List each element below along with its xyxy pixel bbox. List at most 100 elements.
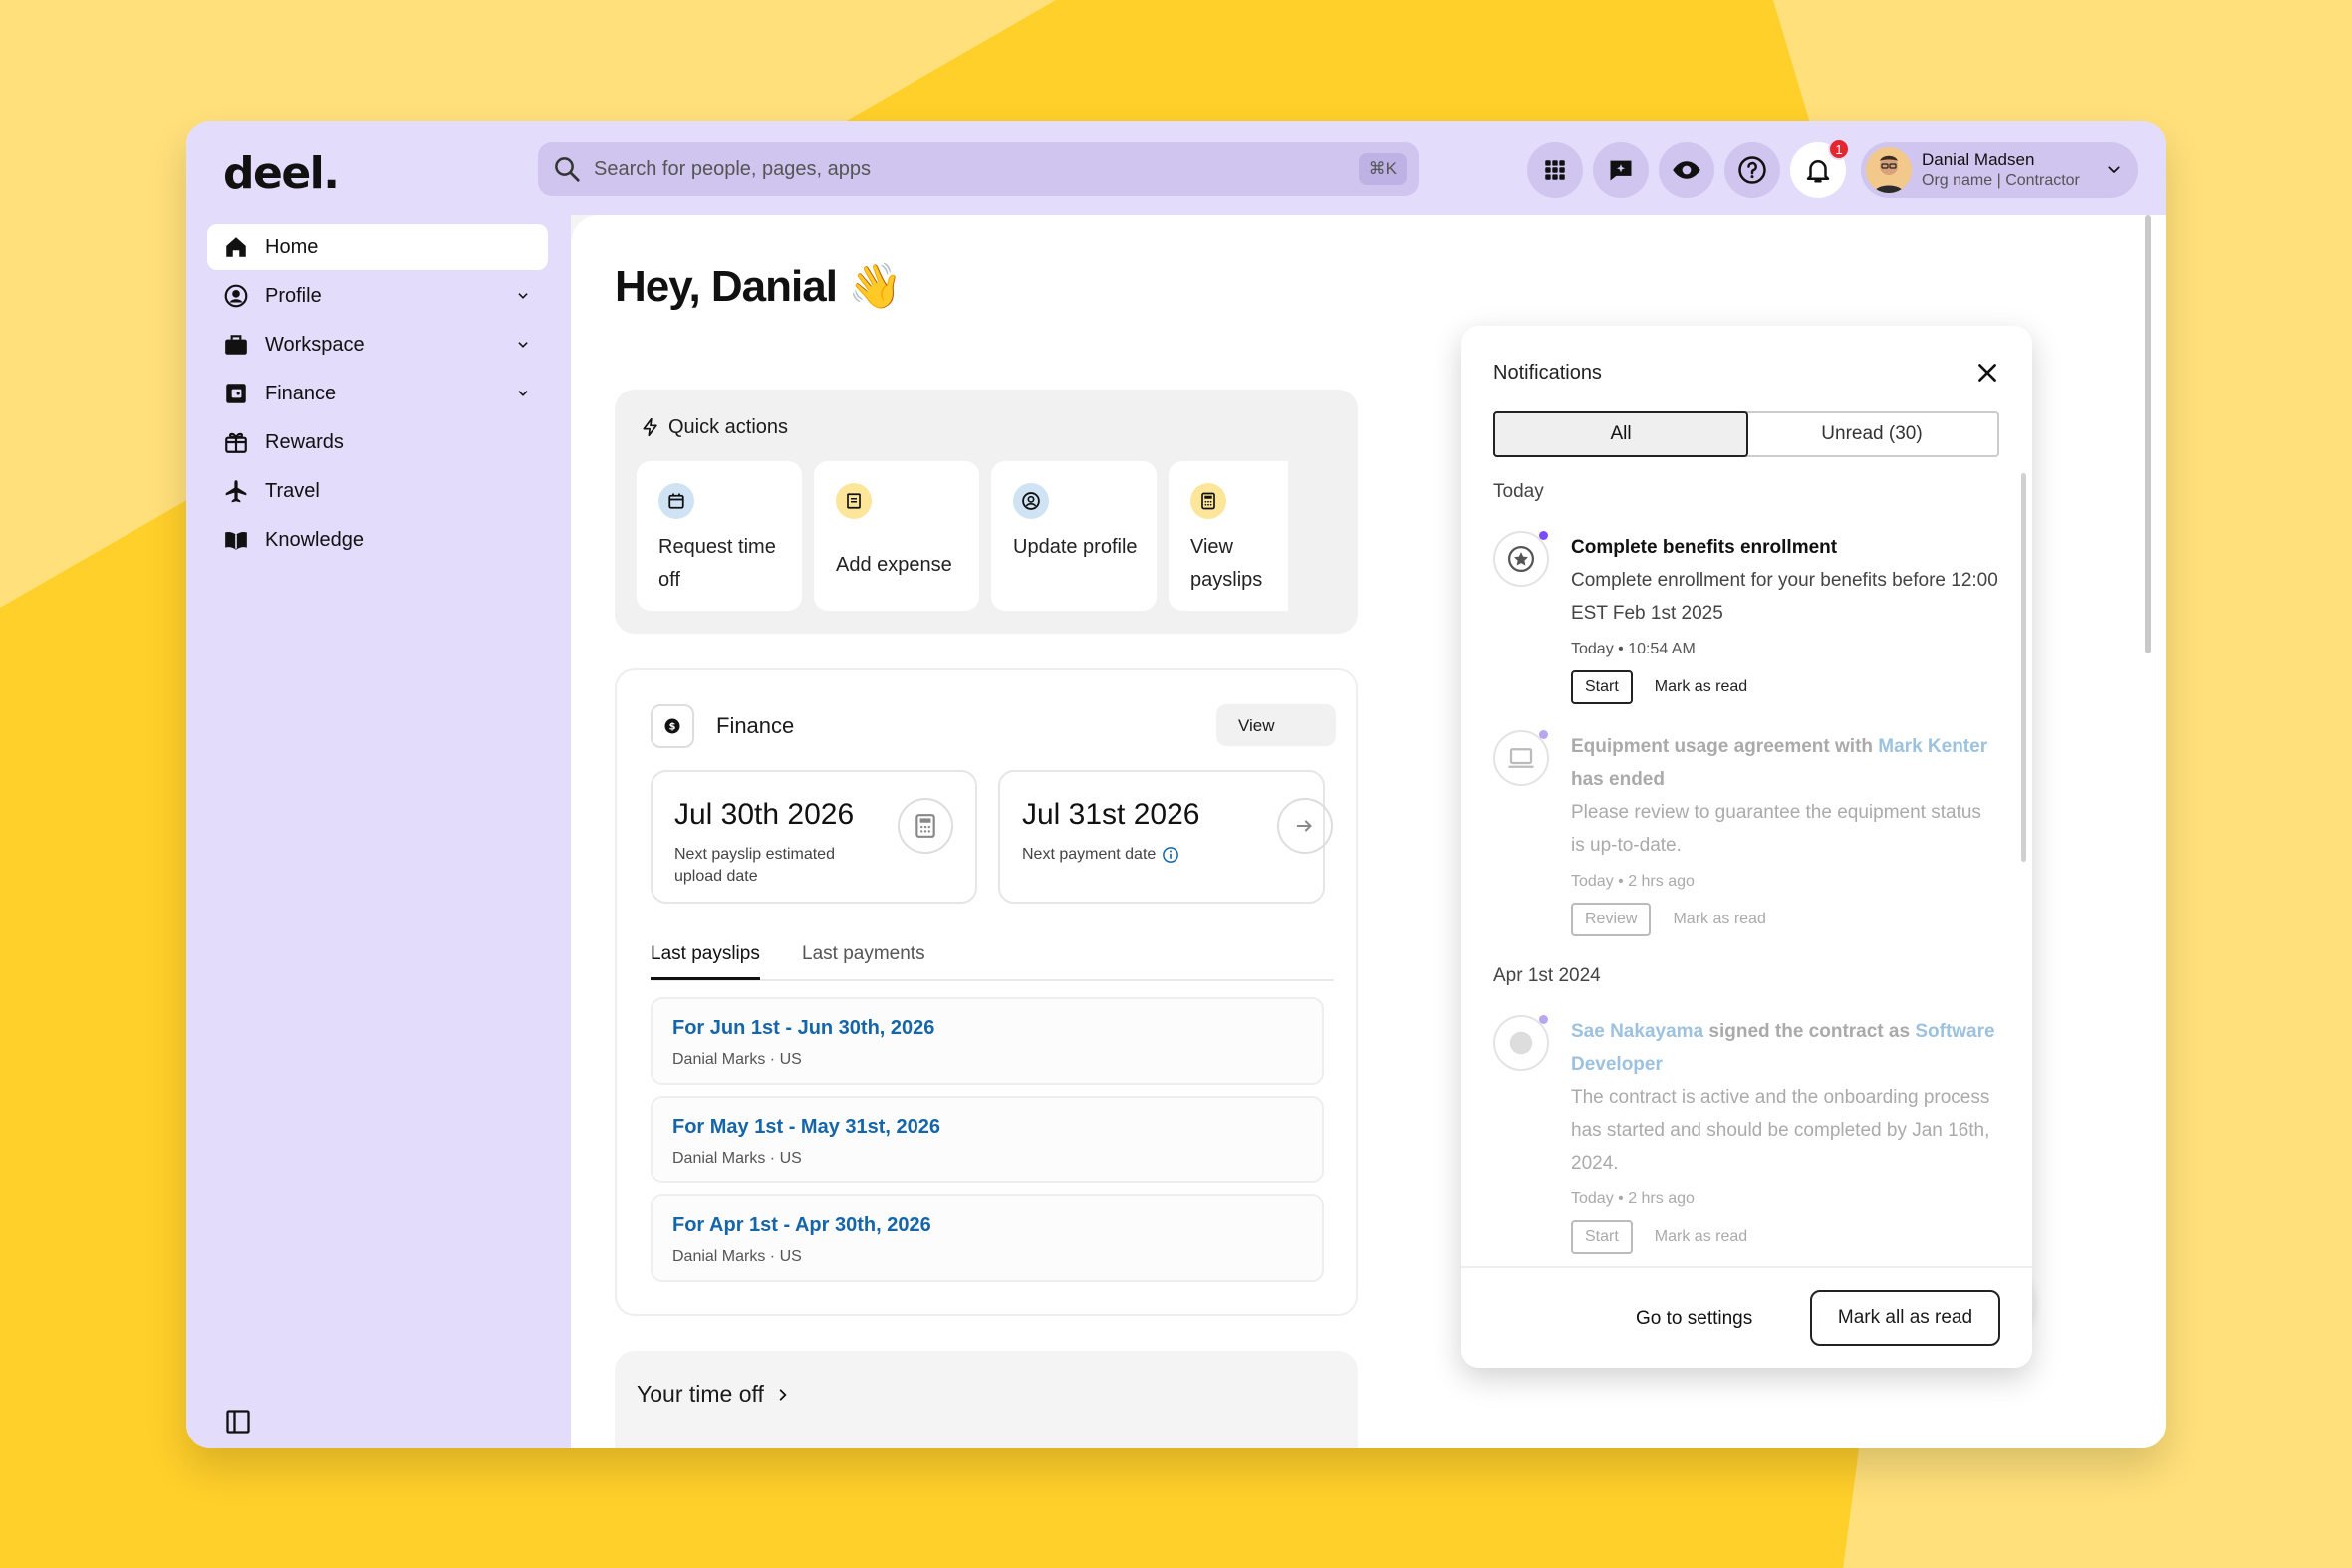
calculator-icon (898, 798, 953, 854)
go-to-settings-button[interactable]: Go to settings (1636, 1308, 1752, 1330)
quick-action-add-expense[interactable]: Add expense (814, 461, 979, 611)
plane-icon (225, 480, 247, 503)
user-menu[interactable]: Danial Madsen Org name | Contractor (1861, 142, 2138, 198)
chevron-down-icon (518, 293, 528, 299)
unread-dot (1539, 531, 1548, 540)
next-payslip-card[interactable]: Jul 30th 2026 Next payslip estimated upl… (651, 770, 977, 904)
page-title: Hey, Danial 👋 (615, 262, 903, 311)
sidebar-item-home[interactable]: Home (207, 224, 548, 270)
user-org: Org name (1922, 172, 1993, 189)
start-button[interactable]: Start (1571, 670, 1633, 704)
main-scrollbar[interactable] (2145, 215, 2151, 653)
user-role: Contractor (2005, 172, 2080, 189)
notification-filter: All Unread (30) (1493, 411, 1999, 457)
notifications-button[interactable]: 1 (1790, 138, 1850, 198)
finance-card: $ Finance View Jul 30th 2026 Next paysli… (615, 668, 1358, 1316)
tab-last-payments[interactable]: Last payments (802, 943, 925, 977)
dollar-icon: $ (651, 704, 694, 748)
feedback-icon (1610, 160, 1632, 181)
sidebar-item-workspace[interactable]: Workspace (207, 322, 548, 368)
sidebar-item-travel[interactable]: Travel (207, 468, 548, 514)
quick-actions-title: Quick actions (641, 415, 788, 439)
help-icon (1738, 156, 1766, 184)
sidebar-item-profile[interactable]: Profile (207, 273, 548, 319)
eye-icon (1673, 161, 1700, 179)
sidebar-item-finance[interactable]: Finance (207, 371, 548, 416)
notifications-panel: Notifications All Unread (30) Today Comp… (1461, 326, 2032, 1368)
close-button[interactable] (1974, 360, 2000, 391)
quick-action-view-payslips[interactable]: View payslips (1169, 461, 1288, 611)
quick-action-request-time-off[interactable]: Request time off (637, 461, 802, 611)
group-heading-apr: Apr 1st 2024 (1493, 965, 1601, 986)
chevron-right-icon (779, 1388, 787, 1401)
search-input[interactable] (594, 157, 1359, 181)
group-heading-today: Today (1493, 481, 1544, 502)
payslip-row[interactable]: For Jun 1st - Jun 30th, 2026 Danial Mark… (651, 997, 1324, 1085)
wave-emoji: 👋 (848, 262, 903, 311)
finance-view-button[interactable]: View (1216, 704, 1336, 746)
unread-dot (1539, 730, 1548, 739)
sidebar-item-rewards[interactable]: Rewards (207, 419, 548, 465)
notifications-scrollbar[interactable] (2021, 473, 2026, 862)
sidebar-collapse-icon (226, 1410, 250, 1434)
notification-badge: 1 (1828, 138, 1850, 160)
mark-all-as-read-button[interactable]: Mark all as read (1810, 1290, 2000, 1346)
payslip-row[interactable]: For Apr 1st - Apr 30th, 2026 Danial Mark… (651, 1194, 1324, 1282)
search-icon (555, 157, 580, 182)
app-window: deel. ⌘K 1 Dani (186, 121, 2166, 1448)
receipt-icon (836, 483, 872, 519)
finance-tabs: Last payslips Last payments (651, 939, 1334, 981)
info-icon[interactable] (1162, 846, 1179, 864)
notifications-title: Notifications (1493, 362, 1602, 384)
calculator-icon (1190, 483, 1226, 519)
close-icon (1978, 364, 1996, 382)
avatar (1866, 147, 1912, 193)
feedback-button[interactable] (1593, 142, 1649, 198)
chevron-down-icon (518, 342, 528, 348)
search-bar[interactable]: ⌘K (538, 142, 1419, 196)
start-button[interactable]: Start (1571, 1220, 1633, 1254)
mark-as-read-link[interactable]: Mark as read (1655, 678, 1747, 696)
unread-dot (1539, 1015, 1548, 1024)
notifications-footer: Go to settings Mark all as read (1461, 1266, 2032, 1368)
review-button[interactable]: Review (1571, 903, 1652, 936)
tab-last-payslips[interactable]: Last payslips (651, 943, 760, 980)
person-link[interactable]: Sae Nakayama (1571, 1021, 1703, 1042)
user-circle-icon (1013, 483, 1049, 519)
search-shortcut: ⌘K (1358, 153, 1407, 185)
time-off-card[interactable]: Your time off (615, 1351, 1358, 1448)
chevron-down-icon (2108, 166, 2120, 173)
help-button[interactable] (1724, 142, 1780, 198)
deel-logo[interactable]: deel. (223, 148, 340, 199)
briefcase-icon (225, 335, 247, 355)
payslip-row[interactable]: For May 1st - May 31st, 2026 Danial Mark… (651, 1096, 1324, 1183)
mark-as-read-link[interactable]: Mark as read (1655, 1228, 1747, 1246)
preview-button[interactable] (1659, 142, 1714, 198)
next-payment-card[interactable]: Jul 31st 2026 Next payment date (998, 770, 1333, 904)
svg-text:$: $ (669, 721, 676, 732)
bell-icon (1806, 160, 1830, 183)
person-link[interactable]: Mark Kenter (1878, 736, 1987, 757)
user-name: Danial Madsen (1922, 150, 2035, 169)
quick-actions-panel: Quick actions Request time off Add expen… (615, 390, 1358, 634)
tab-all[interactable]: All (1493, 411, 1748, 457)
apps-grid-button[interactable] (1527, 142, 1583, 198)
transfer-icon (1277, 798, 1333, 854)
lightning-icon (643, 417, 657, 437)
gift-icon (225, 432, 247, 453)
collapse-sidebar-button[interactable] (224, 1408, 252, 1440)
sidebar-nav: Home Profile Workspace Finance Rewards T… (207, 224, 548, 566)
home-icon (226, 237, 246, 257)
calendar-icon (658, 483, 694, 519)
time-off-title: Your time off (637, 1381, 764, 1407)
finance-title: Finance (716, 713, 795, 738)
topbar-actions: 1 (1527, 138, 1850, 198)
profile-icon (224, 284, 248, 308)
sidebar-item-knowledge[interactable]: Knowledge (207, 517, 548, 563)
mark-as-read-link[interactable]: Mark as read (1673, 911, 1765, 928)
quick-action-update-profile[interactable]: Update profile (991, 461, 1157, 611)
apps-grid-icon (1545, 160, 1565, 180)
tab-unread[interactable]: Unread (30) (1746, 413, 1997, 455)
book-icon (225, 531, 247, 550)
chevron-down-icon (518, 391, 528, 396)
